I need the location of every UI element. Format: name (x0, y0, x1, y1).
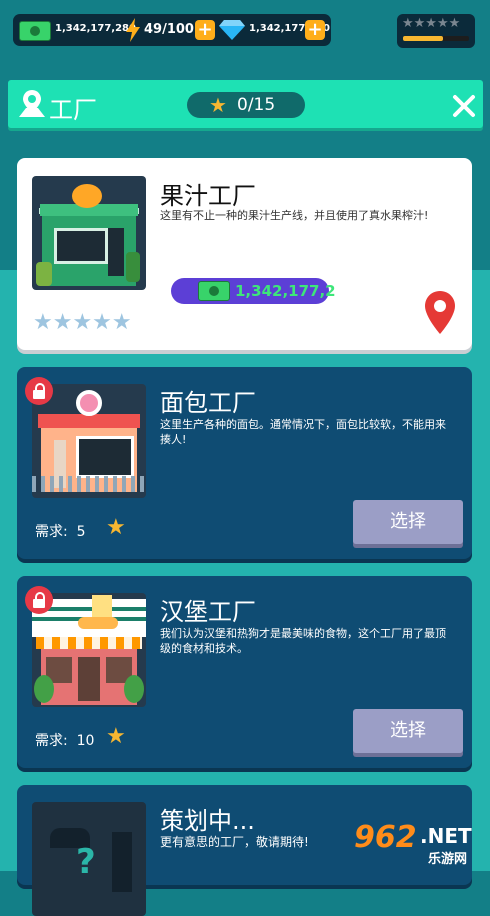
watermark-logo: 962 .NET 乐游网 (354, 820, 472, 867)
bread-factory-image (32, 384, 146, 498)
burger-factory-image (32, 593, 146, 707)
close-icon[interactable] (452, 94, 476, 118)
lock-icon (25, 586, 53, 614)
gem-icon (219, 20, 245, 40)
level-progress-fill (403, 36, 443, 41)
level-progress-bar (403, 36, 469, 41)
lightning-icon (126, 18, 140, 42)
factory-description: 这里有不止一种的果汁生产线，并且使用了真水果榨汁! (160, 209, 429, 222)
cash-icon (198, 281, 230, 301)
page-title: 工厂 (49, 96, 97, 124)
select-button[interactable]: 选择 (353, 500, 463, 544)
add-gems-button[interactable]: + (305, 20, 325, 40)
level-stars-icon: ★★★★★ (402, 16, 461, 31)
factory-card-juice[interactable]: 果汁工厂 这里有不止一种的果汁生产线，并且使用了真水果榨汁! 1,342,177… (17, 158, 472, 350)
factory-name: 汉堡工厂 (160, 598, 256, 626)
star-icon: ★ (209, 93, 227, 117)
factory-name: 策划中... (160, 807, 255, 835)
select-button[interactable]: 选择 (353, 709, 463, 753)
location-map-icon (19, 90, 45, 117)
location-pin-icon[interactable] (423, 290, 457, 336)
price-pill: 1,342,177,2 (171, 278, 336, 304)
lock-icon (25, 377, 53, 405)
add-energy-button[interactable]: + (195, 20, 215, 40)
stars-counter: ★ 0/15 (187, 92, 305, 118)
rating-stars-icon: ★★★★★ (33, 310, 132, 335)
requirement-label: 需求: 10 (35, 733, 95, 749)
cash-icon (19, 21, 51, 41)
factory-price: 1,342,177,2 (235, 282, 336, 300)
factory-name: 果汁工厂 (160, 182, 256, 210)
juice-factory-image (32, 176, 146, 290)
factory-card-burger[interactable]: 汉堡工厂 我们认为汉堡和热狗才是最美味的食物，这个工厂用了最顶级的食材和技术。 … (17, 576, 472, 768)
factory-name: 面包工厂 (160, 389, 256, 417)
resource-bar: 1,342,177,280 49/100 + 1,342,177,280 + (13, 14, 331, 46)
energy-amount: 49/100 (144, 22, 194, 37)
star-icon: ★ (106, 724, 126, 749)
factory-description: 我们认为汉堡和热狗才是最美味的食物，这个工厂用了最顶级的食材和技术。 (160, 627, 446, 655)
factory-description: 这里生产各种的面包。通常情况下，面包比较软，不能用来揍人! (160, 418, 446, 446)
question-mark-icon: ? (76, 842, 96, 882)
cash-amount: 1,342,177,280 (55, 23, 136, 34)
stars-count: 0/15 (237, 95, 276, 115)
star-icon: ★ (106, 515, 126, 540)
mystery-factory-image: ? (32, 802, 146, 916)
level-stars-panel[interactable]: ★★★★★ (397, 14, 475, 48)
requirement-label: 需求: 5 (35, 524, 86, 540)
factory-card-bread[interactable]: 面包工厂 这里生产各种的面包。通常情况下，面包比较软，不能用来揍人! 需求: 5… (17, 367, 472, 559)
